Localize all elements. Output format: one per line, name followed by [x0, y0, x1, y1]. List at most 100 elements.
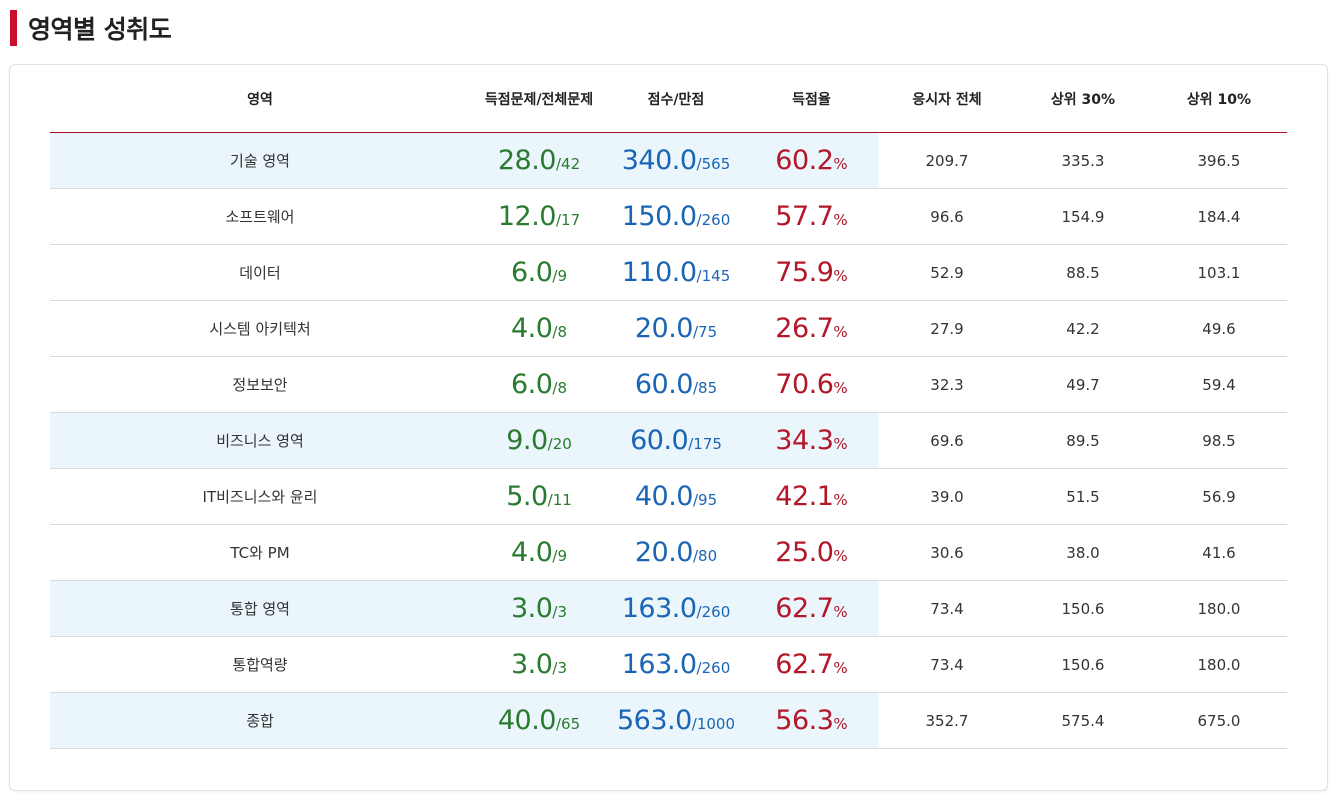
- questions-total: /42: [555, 155, 581, 173]
- score-max: /145: [696, 267, 731, 285]
- top10-value: 41.6: [1202, 543, 1236, 562]
- area-name: 정보보안: [232, 376, 288, 394]
- score-max: /565: [696, 155, 731, 173]
- score-value: 563.0: [616, 705, 692, 736]
- header-top30: 상위 30%: [1015, 65, 1151, 133]
- score-max: /95: [692, 491, 718, 509]
- questions-correct: 12.0: [497, 201, 557, 232]
- rate-value: 34.3: [775, 425, 834, 456]
- header-rate: 득점율: [744, 65, 879, 133]
- table-row: 통합 영역 3.0/3 163.0/260 62.7% 73.4 150.6 180.0: [50, 580, 1287, 637]
- top30-value: 150.6: [1061, 599, 1105, 618]
- questions-total: /3: [552, 603, 568, 621]
- area-name: 기술 영역: [230, 152, 290, 170]
- top10-value: 675.0: [1197, 711, 1241, 730]
- top10-value: 103.1: [1197, 263, 1241, 282]
- score-cell: 60.0/85: [608, 356, 744, 413]
- rate-percent: %: [833, 379, 848, 397]
- questions-correct: 4.0: [510, 537, 553, 568]
- all-examinees-cell: 69.6: [879, 412, 1015, 469]
- area-name-cell: 기술 영역: [50, 132, 470, 189]
- rate-value: 25.0: [775, 537, 834, 568]
- questions-cell: 6.0/9: [470, 244, 608, 301]
- top10-cell: 98.5: [1151, 412, 1287, 469]
- rate-cell: 57.7%: [744, 188, 879, 245]
- rate-value: 56.3: [775, 705, 834, 736]
- top10-cell: 41.6: [1151, 524, 1287, 581]
- area-name: 데이터: [239, 264, 281, 282]
- questions-cell: 3.0/3: [470, 580, 608, 637]
- top30-value: 89.5: [1066, 431, 1100, 450]
- rate-percent: %: [833, 715, 848, 733]
- top30-value: 49.7: [1066, 375, 1100, 394]
- top30-cell: 38.0: [1015, 524, 1151, 581]
- all-examinees-cell: 32.3: [879, 356, 1015, 413]
- table-row: 정보보안 6.0/8 60.0/85 70.6% 32.3 49.7 59.4: [50, 356, 1287, 413]
- questions-cell: 28.0/42: [470, 132, 608, 189]
- top30-value: 335.3: [1061, 151, 1105, 170]
- rate-cell: 26.7%: [744, 300, 879, 357]
- score-max: /85: [692, 379, 718, 397]
- top10-value: 56.9: [1202, 487, 1236, 506]
- top10-value: 59.4: [1202, 375, 1236, 394]
- top10-cell: 180.0: [1151, 636, 1287, 693]
- questions-total: /9: [552, 547, 568, 565]
- area-name: 시스템 아키텍처: [209, 320, 311, 338]
- questions-cell: 40.0/65: [470, 692, 608, 749]
- top30-cell: 51.5: [1015, 468, 1151, 525]
- all-examinees-value: 96.6: [930, 207, 964, 226]
- rate-cell: 62.7%: [744, 636, 879, 693]
- rate-value: 26.7: [775, 313, 834, 344]
- top10-cell: 184.4: [1151, 188, 1287, 245]
- area-name: 통합역량: [232, 656, 288, 674]
- top10-cell: 396.5: [1151, 132, 1287, 189]
- score-cell: 60.0/175: [608, 412, 744, 469]
- questions-correct: 3.0: [510, 649, 553, 680]
- score-cell: 563.0/1000: [608, 692, 744, 749]
- top30-cell: 88.5: [1015, 244, 1151, 301]
- header-score: 점수/만점: [608, 65, 744, 133]
- rate-value: 42.1: [775, 481, 834, 512]
- rate-cell: 42.1%: [744, 468, 879, 525]
- all-examinees-value: 73.4: [930, 599, 964, 618]
- top10-cell: 49.6: [1151, 300, 1287, 357]
- top30-cell: 49.7: [1015, 356, 1151, 413]
- rate-cell: 75.9%: [744, 244, 879, 301]
- score-cell: 163.0/260: [608, 580, 744, 637]
- top30-value: 150.6: [1061, 655, 1105, 674]
- questions-total: /17: [555, 211, 581, 229]
- area-name: 종합: [246, 712, 274, 730]
- questions-correct: 6.0: [510, 257, 553, 288]
- table-row: 기술 영역 28.0/42 340.0/565 60.2% 209.7 335.3 396.…: [50, 132, 1287, 189]
- page-title: 영역별 성취도: [28, 15, 172, 44]
- score-max: /75: [692, 323, 718, 341]
- area-name: 소프트웨어: [225, 208, 295, 226]
- score-value: 60.0: [634, 369, 694, 400]
- questions-cell: 6.0/8: [470, 356, 608, 413]
- score-value: 340.0: [621, 145, 697, 176]
- score-value: 60.0: [630, 425, 689, 456]
- area-name-cell: 데이터: [50, 244, 470, 301]
- top30-cell: 335.3: [1015, 132, 1151, 189]
- all-examinees-value: 209.7: [925, 151, 969, 170]
- questions-cell: 4.0/8: [470, 300, 608, 357]
- area-name-cell: IT비즈니스와 윤리: [50, 468, 470, 525]
- all-examinees-cell: 352.7: [879, 692, 1015, 749]
- rate-value: 70.6: [775, 369, 834, 400]
- score-max: /260: [696, 211, 731, 229]
- top30-value: 51.5: [1066, 487, 1100, 506]
- table-header-row: 영역 득점문제/전체문제 점수/만점 득점율 응시자 전체 상위 30% 상위 …: [50, 65, 1287, 133]
- score-cell: 110.0/145: [608, 244, 744, 301]
- rate-value: 75.9: [775, 257, 834, 288]
- all-examinees-value: 52.9: [930, 263, 964, 282]
- top10-value: 180.0: [1197, 655, 1241, 674]
- top30-value: 42.2: [1066, 319, 1100, 338]
- score-max: /1000: [691, 715, 736, 733]
- top30-value: 575.4: [1061, 711, 1105, 730]
- header-questions: 득점문제/전체문제: [470, 65, 608, 133]
- area-name-cell: 비즈니스 영역: [50, 412, 470, 469]
- top10-cell: 180.0: [1151, 580, 1287, 637]
- table-row: 데이터 6.0/9 110.0/145 75.9% 52.9 88.5 103.1: [50, 244, 1287, 301]
- questions-correct: 9.0: [506, 425, 548, 456]
- rate-percent: %: [833, 659, 848, 677]
